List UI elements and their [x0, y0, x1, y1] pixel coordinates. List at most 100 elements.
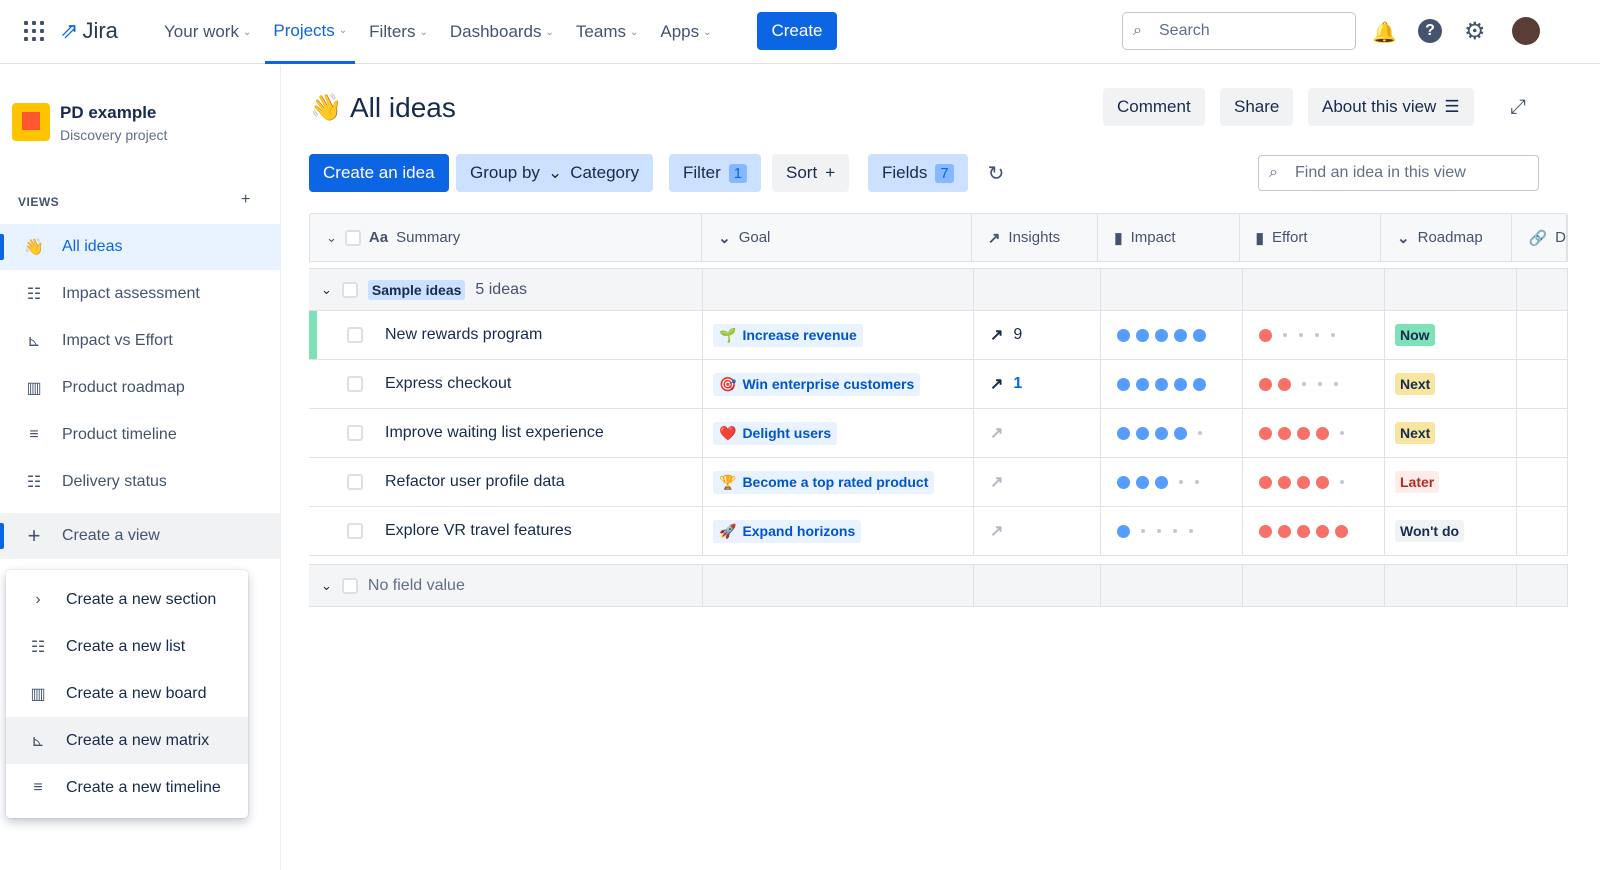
goal-cell[interactable]: 🏆 Become a top rated product [703, 458, 974, 506]
goal-tag[interactable]: 🌱 Increase revenue [713, 323, 863, 347]
row-checkbox[interactable] [347, 474, 363, 490]
add-view-button[interactable]: + [241, 191, 250, 209]
find-idea-input[interactable]: ⌕ Find an idea in this view [1258, 155, 1539, 191]
chevron-down-icon[interactable]: ⌄ [321, 282, 332, 298]
goal-cell[interactable]: ❤️ Delight users [703, 409, 974, 457]
nav-item-projects[interactable]: Projects ⌄ [265, 0, 356, 64]
roadmap-cell[interactable]: Later [1385, 458, 1517, 506]
summary-cell[interactable]: Explore VR travel features [309, 507, 703, 555]
roadmap-tag[interactable]: Next [1395, 422, 1436, 444]
effort-cell[interactable] [1243, 507, 1385, 555]
roadmap-tag[interactable]: Later [1395, 471, 1440, 493]
create-idea-button[interactable]: Create an idea [309, 154, 449, 192]
about-view-button[interactable]: About this view ☰ [1308, 88, 1474, 126]
goal-cell[interactable]: 🚀 Expand horizons [703, 507, 974, 555]
collapse-all-icon[interactable]: ⌄ [326, 230, 337, 246]
summary-cell[interactable]: Refactor user profile data [309, 458, 703, 506]
table-row[interactable]: Improve waiting list experience ❤️ Delight… [309, 409, 1568, 458]
sidebar-item-all-ideas[interactable]: 👋 All ideas [0, 224, 280, 270]
column-header-summary[interactable]: ⌄ Aa Summary [310, 214, 703, 261]
row-checkbox[interactable] [347, 327, 363, 343]
roadmap-tag[interactable]: Now [1395, 324, 1435, 346]
row-checkbox[interactable] [347, 376, 363, 392]
sort-button[interactable]: Sort + [772, 154, 850, 192]
avatar[interactable] [1512, 17, 1540, 45]
settings-icon[interactable]: ⚙ [1464, 17, 1486, 46]
sidebar-item-impact-vs-effort[interactable]: ⊾ Impact vs Effort [0, 318, 280, 364]
column-header-impact[interactable]: ▮ Impact [1098, 214, 1240, 261]
sidebar-item-delivery-status[interactable]: ☷ Delivery status [0, 459, 280, 505]
column-header-effort[interactable]: ▮ Effort [1240, 214, 1382, 261]
column-header-insights[interactable]: ↗ Insights [972, 214, 1099, 261]
effort-cell[interactable] [1243, 409, 1385, 457]
goal-cell[interactable]: 🎯 Win enterprise customers [703, 360, 974, 408]
effort-cell[interactable] [1243, 360, 1385, 408]
idea-summary[interactable]: New rewards program [385, 326, 542, 344]
menu-item-create-a-new-timeline[interactable]: ≡ Create a new timeline [6, 764, 248, 811]
effort-cell[interactable] [1243, 311, 1385, 359]
goal-tag[interactable]: 🚀 Expand horizons [713, 519, 862, 543]
roadmap-tag[interactable]: Won't do [1395, 520, 1465, 542]
column-header-roadmap[interactable]: ⌄ Roadmap [1381, 214, 1513, 261]
idea-summary[interactable]: Refactor user profile data [385, 473, 565, 491]
insights-cell[interactable]: ↗ [974, 507, 1101, 555]
auto-refresh-icon[interactable]: ↻ [980, 158, 1012, 188]
create-view-button[interactable]: + Create a view [0, 513, 280, 559]
idea-summary[interactable]: Explore VR travel features [385, 522, 572, 540]
table-row[interactable]: New rewards program 🌱 Increase revenue ↗ 9 No… [309, 311, 1568, 360]
group-checkbox[interactable] [341, 281, 358, 298]
app-switcher-icon[interactable] [24, 21, 44, 41]
nav-item-dashboards[interactable]: Dashboards ⌄ [442, 0, 562, 64]
chevron-down-icon[interactable]: ⌄ [321, 578, 332, 594]
impact-cell[interactable] [1101, 311, 1243, 359]
help-icon[interactable]: ? [1418, 19, 1442, 43]
summary-cell[interactable]: Express checkout [309, 360, 703, 408]
nav-item-teams[interactable]: Teams ⌄ [568, 0, 646, 64]
notifications-icon[interactable]: 🔔 [1372, 20, 1397, 45]
roadmap-cell[interactable]: Won't do [1385, 507, 1517, 555]
sidebar-item-impact-assessment[interactable]: ☷ Impact assessment [0, 271, 280, 317]
insights-cell[interactable]: ↗ [974, 458, 1101, 506]
create-button[interactable]: Create [757, 12, 837, 50]
nav-item-your-work[interactable]: Your work ⌄ [156, 0, 259, 64]
row-checkbox[interactable] [347, 425, 363, 441]
roadmap-cell[interactable]: Next [1385, 360, 1517, 408]
impact-cell[interactable] [1101, 360, 1243, 408]
summary-cell[interactable]: New rewards program [309, 311, 703, 359]
jira-logo[interactable]: ⇗ Jira [60, 18, 118, 44]
row-checkbox[interactable] [347, 523, 363, 539]
search-input[interactable]: ⌕ Search [1122, 12, 1356, 50]
menu-item-create-a-new-board[interactable]: ▥ Create a new board [6, 670, 248, 717]
select-all-checkbox[interactable] [344, 229, 361, 246]
menu-item-create-a-new-section[interactable]: › Create a new section [6, 576, 248, 623]
impact-cell[interactable] [1101, 458, 1243, 506]
comment-button[interactable]: Comment [1103, 88, 1205, 126]
roadmap-tag[interactable]: Next [1395, 373, 1436, 395]
goal-tag[interactable]: 🎯 Win enterprise customers [713, 372, 921, 396]
table-row[interactable]: Explore VR travel features 🚀 Expand horizo… [309, 507, 1568, 556]
insights-cell[interactable]: ↗ [974, 409, 1101, 457]
fields-button[interactable]: Fields 7 [868, 154, 968, 192]
impact-cell[interactable] [1101, 409, 1243, 457]
column-header-goal[interactable]: ⌄ Goal [702, 214, 972, 261]
menu-item-create-a-new-list[interactable]: ☷ Create a new list [6, 623, 248, 670]
table-row[interactable]: Refactor user profile data 🏆 Become a top … [309, 458, 1568, 507]
column-header-d[interactable]: 🔗 D [1512, 214, 1567, 261]
group-by-button[interactable]: Group by ⌄ Category [456, 154, 654, 192]
goal-tag[interactable]: ❤️ Delight users [713, 421, 838, 445]
table-row[interactable]: Express checkout 🎯 Win enterprise customer… [309, 360, 1568, 409]
fullscreen-icon[interactable]: ⤢ [1510, 96, 1526, 119]
roadmap-cell[interactable]: Next [1385, 409, 1517, 457]
impact-cell[interactable] [1101, 507, 1243, 555]
goal-tag[interactable]: 🏆 Become a top rated product [713, 470, 935, 494]
insights-cell[interactable]: ↗ 1 [974, 360, 1101, 408]
sidebar-item-product-roadmap[interactable]: ▥ Product roadmap [0, 365, 280, 411]
nav-item-filters[interactable]: Filters ⌄ [361, 0, 436, 64]
nav-item-apps[interactable]: Apps ⌄ [652, 0, 719, 64]
menu-item-create-a-new-matrix[interactable]: ⊾ Create a new matrix [6, 717, 248, 764]
share-button[interactable]: Share [1220, 88, 1294, 126]
idea-summary[interactable]: Express checkout [385, 375, 511, 393]
sidebar-item-product-timeline[interactable]: ≡ Product timeline [0, 412, 280, 458]
group-checkbox[interactable] [341, 577, 358, 594]
effort-cell[interactable] [1243, 458, 1385, 506]
